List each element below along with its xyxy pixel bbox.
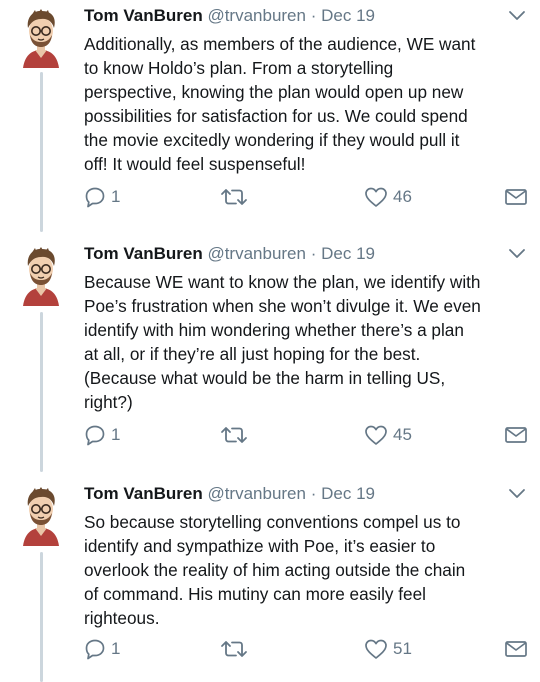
tweet-actions: 1 45 (84, 422, 532, 448)
chevron-down-icon[interactable] (508, 10, 526, 22)
speech-bubble-icon (85, 187, 105, 208)
like-count: 45 (393, 425, 412, 444)
separator-dot: · (310, 244, 317, 263)
like-button[interactable]: 46 (364, 184, 412, 210)
heart-icon (365, 187, 387, 207)
retweet-button[interactable] (220, 636, 248, 662)
heart-icon (365, 425, 387, 445)
tweet-header: Tom VanBuren @trvanburen · Dec 19 (84, 4, 375, 28)
author-name[interactable]: Tom VanBuren (84, 6, 203, 25)
tweet-header: Tom VanBuren @trvanburen · Dec 19 (84, 482, 375, 506)
retweet-button[interactable] (220, 422, 248, 448)
tweet-header: Tom VanBuren @trvanburen · Dec 19 (84, 242, 375, 266)
retweet-arrows-icon (221, 641, 247, 657)
like-button[interactable]: 45 (364, 422, 412, 448)
thread-line (40, 552, 43, 682)
direct-message-button[interactable] (504, 422, 528, 448)
reply-button[interactable]: 1 (84, 422, 120, 448)
avatar[interactable] (17, 8, 65, 68)
tweet-actions: 1 46 (84, 184, 532, 210)
tweet-text: Because WE want to know the plan, we ide… (84, 272, 481, 412)
like-button[interactable]: 51 (364, 636, 412, 662)
tweet-actions: 1 51 (84, 636, 532, 662)
author-handle[interactable]: @trvanburen (207, 244, 306, 263)
tweet-date[interactable]: Dec 19 (321, 6, 375, 25)
reply-button[interactable]: 1 (84, 636, 120, 662)
reply-button[interactable]: 1 (84, 184, 120, 210)
avatar[interactable] (17, 486, 65, 546)
thread-line (40, 312, 43, 472)
reply-count: 1 (111, 425, 121, 444)
author-name[interactable]: Tom VanBuren (84, 484, 203, 503)
tweet-text: So because storytelling conventions comp… (84, 512, 466, 628)
envelope-icon (505, 641, 527, 657)
avatar[interactable] (17, 246, 65, 306)
speech-bubble-icon (85, 425, 105, 446)
chevron-down-icon[interactable] (508, 248, 526, 260)
tweet-date[interactable]: Dec 19 (321, 484, 375, 503)
retweet-arrows-icon (221, 427, 247, 443)
tweet-date[interactable]: Dec 19 (321, 244, 375, 263)
like-count: 46 (393, 187, 412, 206)
direct-message-button[interactable] (504, 636, 528, 662)
envelope-icon (505, 189, 527, 205)
tweet-text: Additionally, as members of the audience… (84, 34, 476, 174)
thread-line (40, 72, 43, 232)
speech-bubble-icon (85, 639, 105, 660)
retweet-button[interactable] (220, 184, 248, 210)
chevron-down-icon[interactable] (508, 488, 526, 500)
direct-message-button[interactable] (504, 184, 528, 210)
separator-dot: · (310, 6, 317, 25)
envelope-icon (505, 427, 527, 443)
author-handle[interactable]: @trvanburen (207, 6, 306, 25)
author-name[interactable]: Tom VanBuren (84, 244, 203, 263)
separator-dot: · (310, 484, 317, 503)
author-handle[interactable]: @trvanburen (207, 484, 306, 503)
heart-icon (365, 639, 387, 659)
reply-count: 1 (111, 187, 121, 206)
reply-count: 1 (111, 639, 121, 658)
retweet-arrows-icon (221, 189, 247, 205)
like-count: 51 (393, 639, 412, 658)
